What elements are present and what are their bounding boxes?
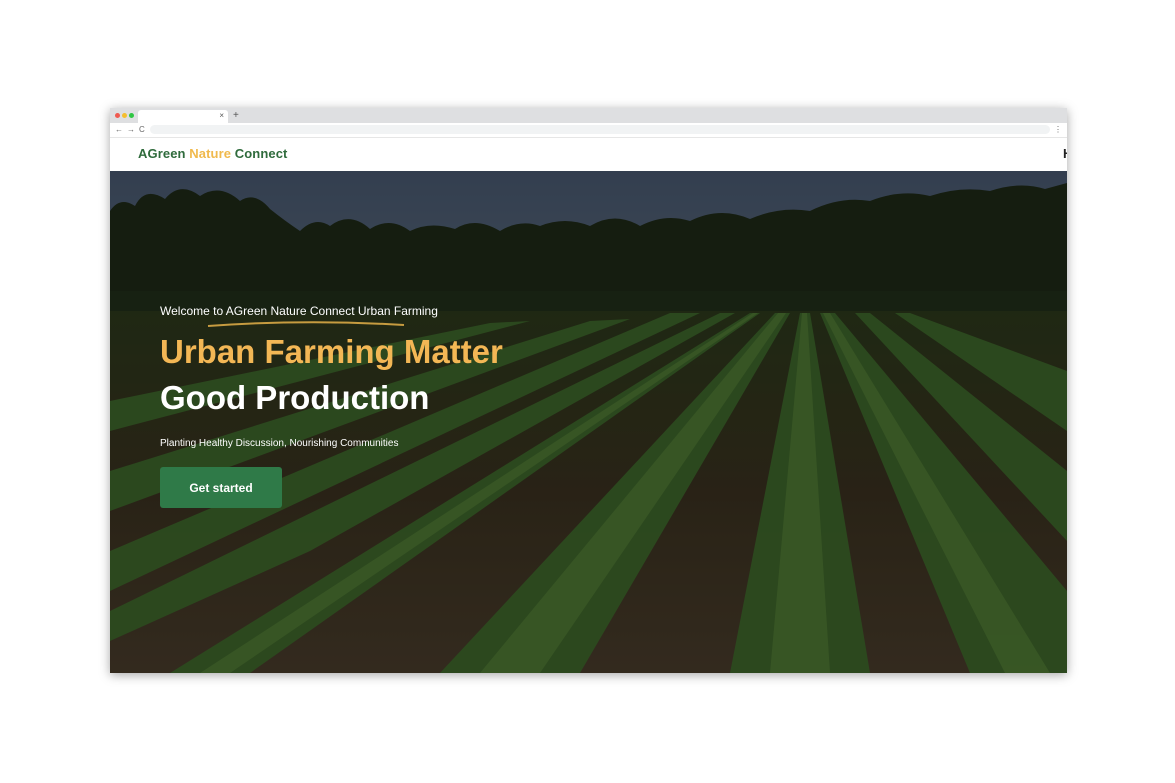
hero-welcome-text: Welcome to AGreen Nature Connect Urban F… xyxy=(160,304,438,318)
back-arrow-icon[interactable]: ← xyxy=(115,124,123,136)
url-input[interactable] xyxy=(150,125,1050,134)
tab-strip: × + xyxy=(110,108,1067,123)
site-logo[interactable]: AGreen Nature Connect xyxy=(138,146,287,161)
logo-word-connect: Connect xyxy=(234,146,288,161)
welcome-underline-decoration xyxy=(207,321,405,327)
maximize-window-icon[interactable] xyxy=(129,113,134,118)
browser-tab[interactable]: × xyxy=(138,110,228,123)
new-tab-icon[interactable]: + xyxy=(233,110,239,121)
logo-word-agreen: AGreen xyxy=(138,146,186,161)
reload-icon[interactable]: C xyxy=(139,124,145,136)
hero-subtitle: Planting Healthy Discussion, Nourishing … xyxy=(160,438,399,449)
logo-word-nature: Nature xyxy=(189,146,232,161)
site-header: AGreen Nature Connect H xyxy=(110,138,1067,171)
forward-arrow-icon[interactable]: → xyxy=(127,124,135,136)
get-started-button[interactable]: Get started xyxy=(160,467,282,508)
hero-title-line1: Urban Farming Matter xyxy=(160,333,503,370)
hero-background-image xyxy=(110,171,1067,673)
browser-window: × + ← → C ⋮ AGreen Nature Connect H xyxy=(110,108,1067,673)
close-window-icon[interactable] xyxy=(115,113,120,118)
hero-section: Welcome to AGreen Nature Connect Urban F… xyxy=(110,171,1067,673)
minimize-window-icon[interactable] xyxy=(122,113,127,118)
close-tab-icon[interactable]: × xyxy=(219,111,224,121)
address-bar: ← → C ⋮ xyxy=(110,123,1067,138)
nav-link-home[interactable]: H xyxy=(1063,146,1067,161)
browser-menu-icon[interactable]: ⋮ xyxy=(1054,124,1062,136)
hero-title-line2: Good Production xyxy=(160,379,430,416)
